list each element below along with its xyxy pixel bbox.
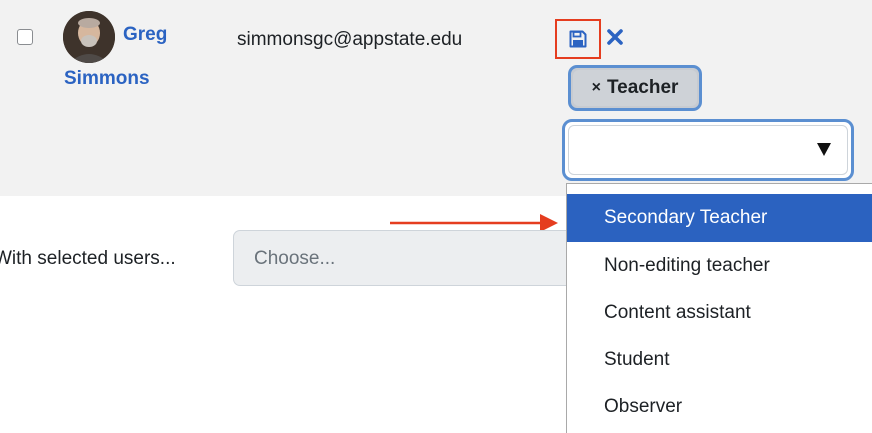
role-option-observer[interactable]: Observer (567, 383, 872, 431)
bulk-actions-select[interactable]: Choose... (233, 230, 566, 286)
role-option-secondary-teacher[interactable]: Secondary Teacher (567, 194, 872, 242)
avatar (63, 11, 115, 63)
bulk-actions-label: With selected users... (0, 248, 176, 269)
role-chip-body: × Teacher (573, 70, 697, 106)
role-option-content-assistant[interactable]: Content assistant (567, 289, 872, 337)
remove-role-icon[interactable]: × (592, 79, 601, 97)
user-email: simmonsgc@appstate.edu (237, 29, 463, 50)
caret-down-icon (817, 143, 831, 156)
role-chip-label: Teacher (606, 77, 679, 98)
role-option-student[interactable]: Student (567, 336, 872, 384)
user-last-name-link[interactable]: Simmons (64, 68, 150, 90)
row-select-checkbox[interactable] (17, 29, 33, 45)
user-first-name-link[interactable]: Greg (123, 24, 167, 46)
cancel-edit-icon[interactable] (606, 28, 624, 46)
save-role-button[interactable] (555, 19, 601, 59)
role-select-field[interactable] (568, 125, 848, 175)
avatar-image (63, 11, 115, 63)
user-row: Greg Simmons simmonsgc@appstate.edu × Te… (0, 0, 872, 196)
role-select[interactable] (562, 119, 854, 181)
role-option-non-editing-teacher[interactable]: Non-editing teacher (567, 242, 872, 290)
bulk-actions-placeholder: Choose... (254, 248, 336, 269)
role-chip-teacher[interactable]: × Teacher (568, 65, 702, 111)
save-floppy-icon (569, 30, 587, 48)
role-options-list: Secondary Teacher Non-editing teacher Co… (566, 183, 872, 433)
